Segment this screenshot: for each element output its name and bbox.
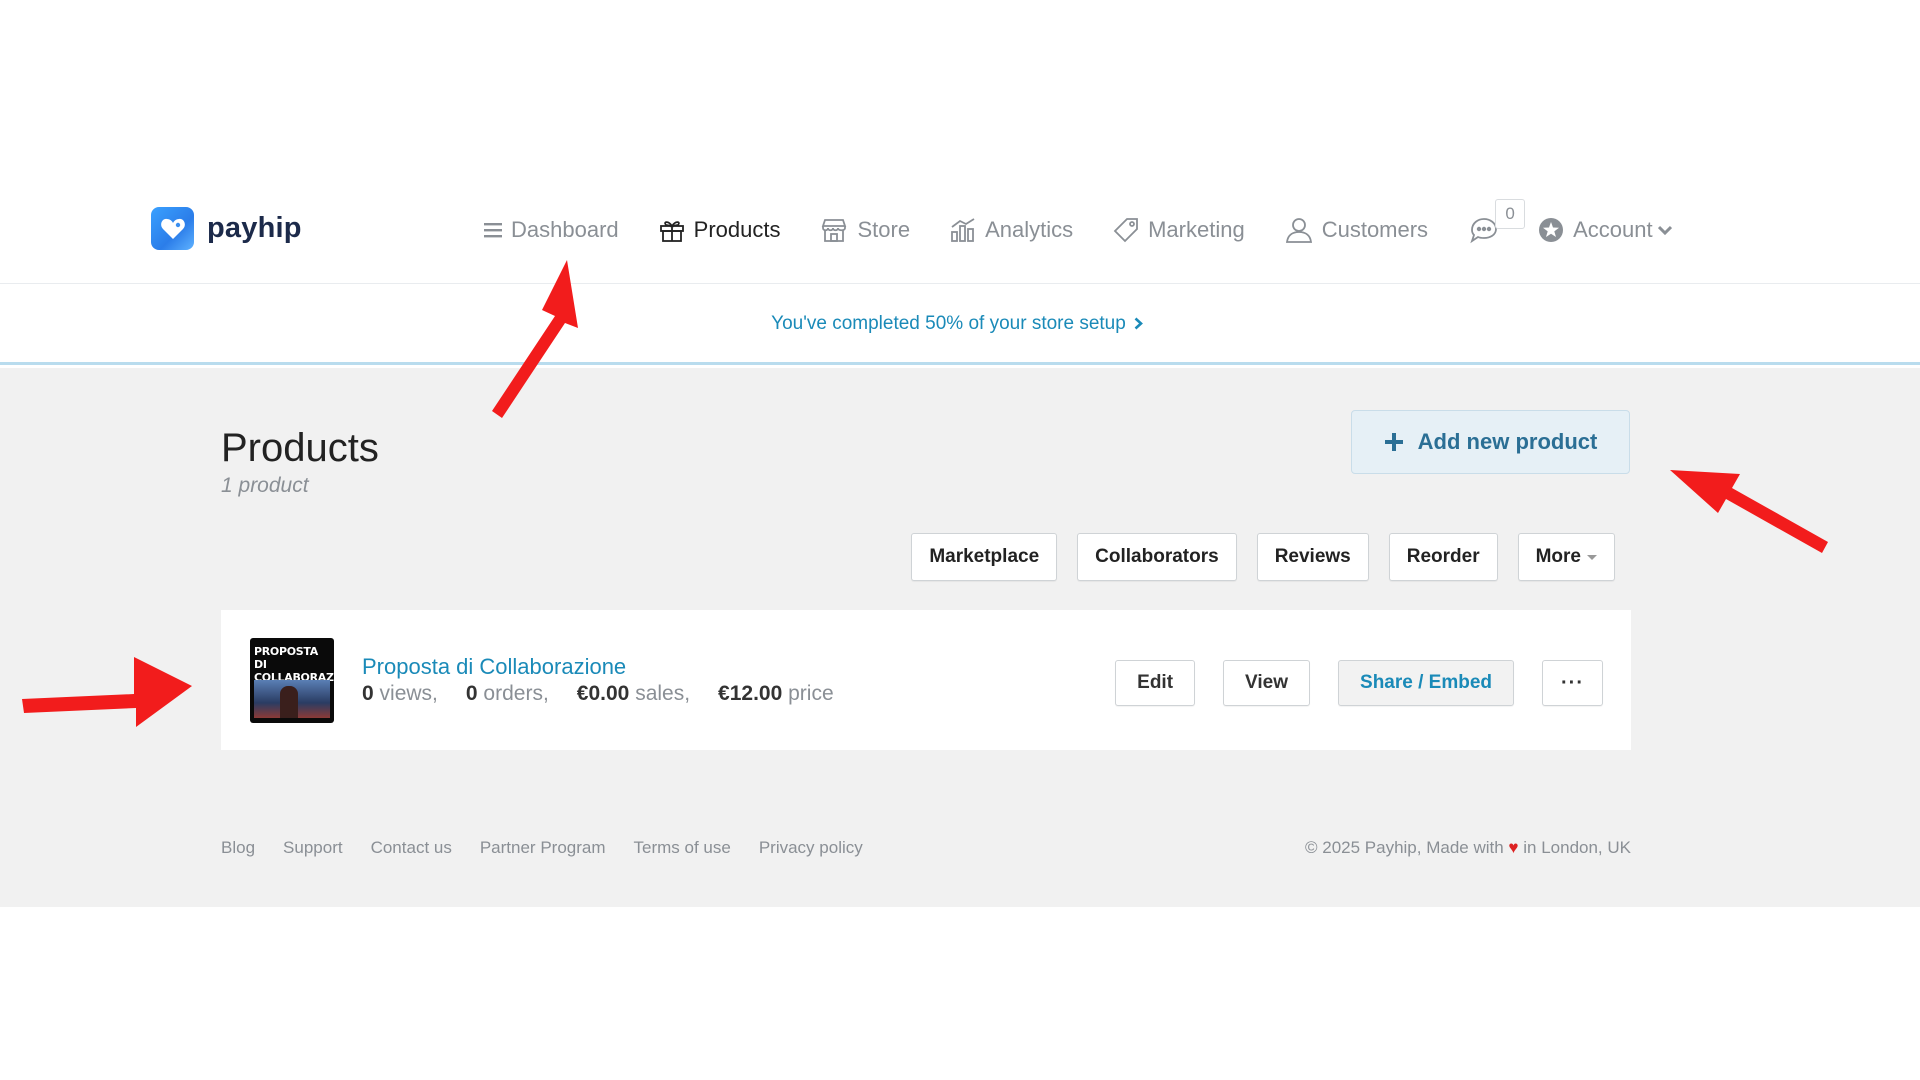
heart-tag-icon xyxy=(151,207,194,250)
view-label: View xyxy=(1245,672,1289,693)
setup-progress-bar: You've completed 50% of your store setup xyxy=(0,285,1920,365)
ellipsis-icon: ··· xyxy=(1561,671,1584,694)
footer-link-blog[interactable]: Blog xyxy=(221,838,255,858)
add-new-product-label: Add new product xyxy=(1417,429,1598,454)
product-row: PROPOSTA DI COLLABORAZIONE Proposta di C… xyxy=(221,610,1631,750)
footer-link-partner[interactable]: Partner Program xyxy=(480,838,606,858)
product-thumbnail[interactable]: PROPOSTA DI COLLABORAZIONE xyxy=(250,638,334,723)
messages-count-badge: 0 xyxy=(1495,199,1526,229)
nav-account[interactable]: Account xyxy=(1538,217,1681,243)
nav-products[interactable]: Products xyxy=(659,217,781,243)
orders-stat: 0 orders, xyxy=(465,682,549,705)
nav-dashboard[interactable]: Dashboard xyxy=(484,217,619,243)
nav-products-label: Products xyxy=(693,217,781,242)
product-actions: Edit View Share / Embed ··· xyxy=(1087,660,1603,706)
view-button[interactable]: View xyxy=(1223,660,1311,706)
more-options-button[interactable]: ··· xyxy=(1542,660,1603,706)
edit-button[interactable]: Edit xyxy=(1115,660,1196,706)
bar-chart-icon xyxy=(951,218,975,242)
thumbnail-text: PROPOSTA DI COLLABORAZIONE xyxy=(254,645,334,684)
thumbnail-image xyxy=(254,680,330,718)
footer: Blog Support Contact us Partner Program … xyxy=(221,838,1631,858)
product-toolbar: Marketplace Collaborators Reviews Reorde… xyxy=(891,533,1615,581)
more-label: More xyxy=(1535,546,1581,567)
price-stat: €12.00 price xyxy=(718,682,834,705)
reorder-label: Reorder xyxy=(1406,546,1480,567)
footer-links: Blog Support Contact us Partner Program … xyxy=(221,838,891,858)
brand-name: payhip xyxy=(207,212,302,244)
product-stats: 0 views, 0 orders, €0.00 sales, €12.00 p… xyxy=(362,682,862,706)
nav-messages[interactable]: 0 xyxy=(1468,199,1526,244)
add-new-product-button[interactable]: Add new product xyxy=(1351,410,1630,474)
product-count: 1 product xyxy=(221,474,309,497)
page-title: Products xyxy=(221,426,379,470)
heart-icon: ♥ xyxy=(1508,838,1519,857)
store-setup-text: You've completed 50% of your store setup xyxy=(771,312,1126,334)
marketplace-button[interactable]: Marketplace xyxy=(911,533,1058,581)
store-icon xyxy=(822,219,847,242)
nav-store-label: Store xyxy=(857,217,911,242)
edit-label: Edit xyxy=(1137,672,1174,693)
copyright: © 2025 Payhip, Made with ♥ in London, UK xyxy=(1305,838,1631,858)
views-stat: 0 views, xyxy=(362,682,438,705)
list-icon xyxy=(484,223,502,238)
product-name-link[interactable]: Proposta di Collaborazione xyxy=(362,654,626,680)
footer-link-privacy[interactable]: Privacy policy xyxy=(759,838,863,858)
nav-analytics-label: Analytics xyxy=(985,217,1074,242)
caret-down-icon xyxy=(1587,554,1597,560)
nav-store[interactable]: Store xyxy=(820,217,910,243)
reviews-button[interactable]: Reviews xyxy=(1256,533,1369,581)
reorder-button[interactable]: Reorder xyxy=(1388,533,1498,581)
payhip-logo[interactable]: payhip xyxy=(151,207,302,250)
account-star-icon xyxy=(1539,218,1564,242)
user-icon xyxy=(1285,218,1312,243)
nav-account-label: Account xyxy=(1573,217,1653,242)
share-embed-label: Share / Embed xyxy=(1360,672,1493,693)
nav-analytics[interactable]: Analytics xyxy=(950,217,1073,243)
nav-marketing-label: Marketing xyxy=(1148,217,1245,242)
store-setup-link[interactable]: You've completed 50% of your store setup xyxy=(771,313,1143,335)
nav-customers[interactable]: Customers xyxy=(1285,217,1428,243)
gift-icon xyxy=(659,221,684,242)
footer-link-support[interactable]: Support xyxy=(283,838,343,858)
reviews-label: Reviews xyxy=(1274,546,1351,567)
marketplace-label: Marketplace xyxy=(929,546,1040,567)
top-header: payhip Dashboard Products Store Analytic… xyxy=(0,180,1920,284)
copyright-location: in London, UK xyxy=(1523,838,1631,857)
main-content: Products 1 product Add new product Marke… xyxy=(0,368,1920,907)
collaborators-button[interactable]: Collaborators xyxy=(1077,533,1237,581)
tag-icon xyxy=(1113,218,1139,243)
collaborators-label: Collaborators xyxy=(1095,546,1219,567)
nav-marketing[interactable]: Marketing xyxy=(1113,217,1245,243)
more-dropdown[interactable]: More xyxy=(1517,533,1615,581)
nav-dashboard-label: Dashboard xyxy=(511,217,619,242)
chevron-down-icon xyxy=(1657,225,1672,235)
nav-customers-label: Customers xyxy=(1321,217,1429,242)
main-nav: Dashboard Products Store Analytics Marke… xyxy=(484,199,1681,250)
footer-link-terms[interactable]: Terms of use xyxy=(634,838,731,858)
footer-link-contact[interactable]: Contact us xyxy=(371,838,452,858)
chevron-right-icon xyxy=(1134,317,1143,330)
page: payhip Dashboard Products Store Analytic… xyxy=(0,0,1920,1080)
share-embed-button[interactable]: Share / Embed xyxy=(1338,660,1515,706)
sales-stat: €0.00 sales, xyxy=(576,682,691,705)
plus-icon xyxy=(1384,433,1403,451)
copyright-text: © 2025 Payhip, Made with xyxy=(1304,838,1504,857)
